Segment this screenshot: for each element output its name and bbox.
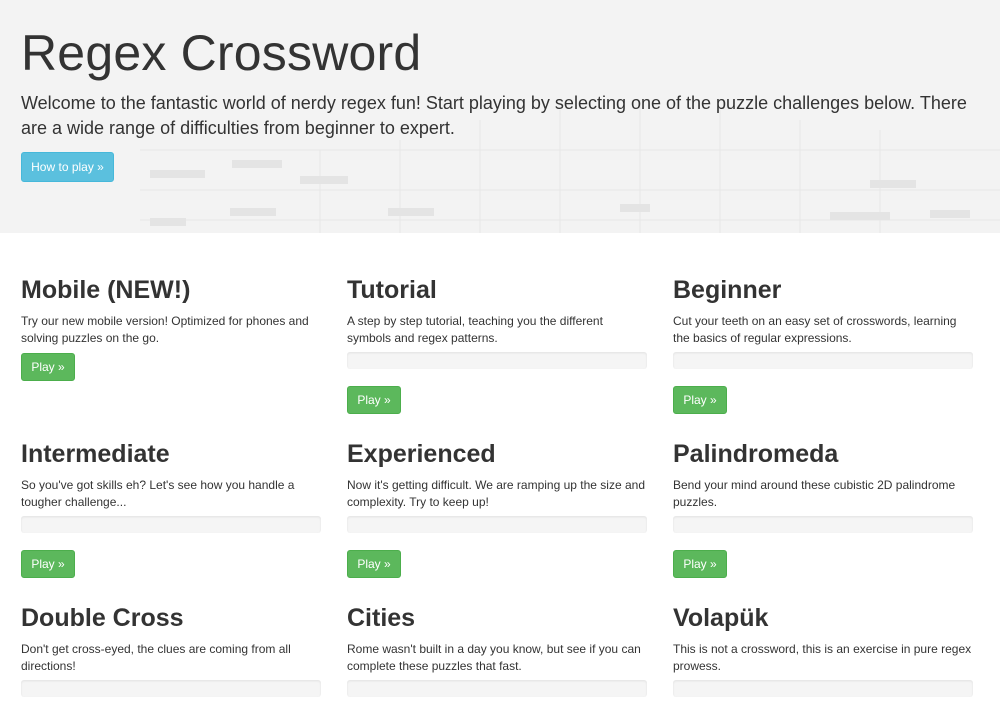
challenge-title: Volapük (673, 604, 769, 632)
challenge-title: Cities (347, 604, 416, 632)
play-button[interactable]: Play » (21, 550, 75, 578)
challenge-title: Experienced (347, 440, 496, 468)
progress-bar (347, 516, 647, 533)
hero-jumbotron: Regex Crossword Welcome to the fantastic… (0, 0, 1000, 233)
progress-bar (347, 352, 647, 369)
progress-bar (673, 516, 973, 533)
progress-bar (673, 680, 973, 697)
progress-bar (347, 680, 647, 697)
challenge-description: Don't get cross-eyed, the clues are comi… (21, 642, 291, 673)
challenge-description: Bend your mind around these cubistic 2D … (673, 478, 956, 509)
challenge-description: Now it's getting difficult. We are rampi… (347, 478, 646, 509)
challenge-description: Cut your teeth on an easy set of crosswo… (673, 314, 957, 345)
play-button[interactable]: Play » (347, 550, 401, 578)
play-button[interactable]: Play » (347, 386, 401, 414)
how-to-play-button[interactable]: How to play » (21, 152, 114, 182)
challenge-description: This is not a crossword, this is an exer… (673, 642, 972, 673)
challenge-description: A step by step tutorial, teaching you th… (347, 314, 603, 345)
challenge-title: Beginner (673, 276, 782, 304)
challenge-title: Intermediate (21, 440, 170, 468)
challenge-description: Try our new mobile version! Optimized fo… (21, 314, 309, 345)
welcome-text: Welcome to the fantastic world of nerdy … (21, 93, 967, 138)
challenge-title: Double Cross (21, 604, 184, 632)
page-title: Regex Crossword (21, 25, 422, 81)
progress-bar (673, 352, 973, 369)
challenge-description: So you've got skills eh? Let's see how y… (21, 478, 295, 509)
progress-bar (21, 680, 321, 697)
challenge-title: Palindromeda (673, 440, 839, 468)
progress-bar (21, 516, 321, 533)
challenge-description: Rome wasn't built in a day you know, but… (347, 642, 641, 673)
play-button[interactable]: Play » (21, 353, 75, 381)
play-button[interactable]: Play » (673, 386, 727, 414)
challenge-title: Mobile (NEW!) (21, 276, 191, 304)
play-button[interactable]: Play » (673, 550, 727, 578)
challenge-title: Tutorial (347, 276, 437, 304)
